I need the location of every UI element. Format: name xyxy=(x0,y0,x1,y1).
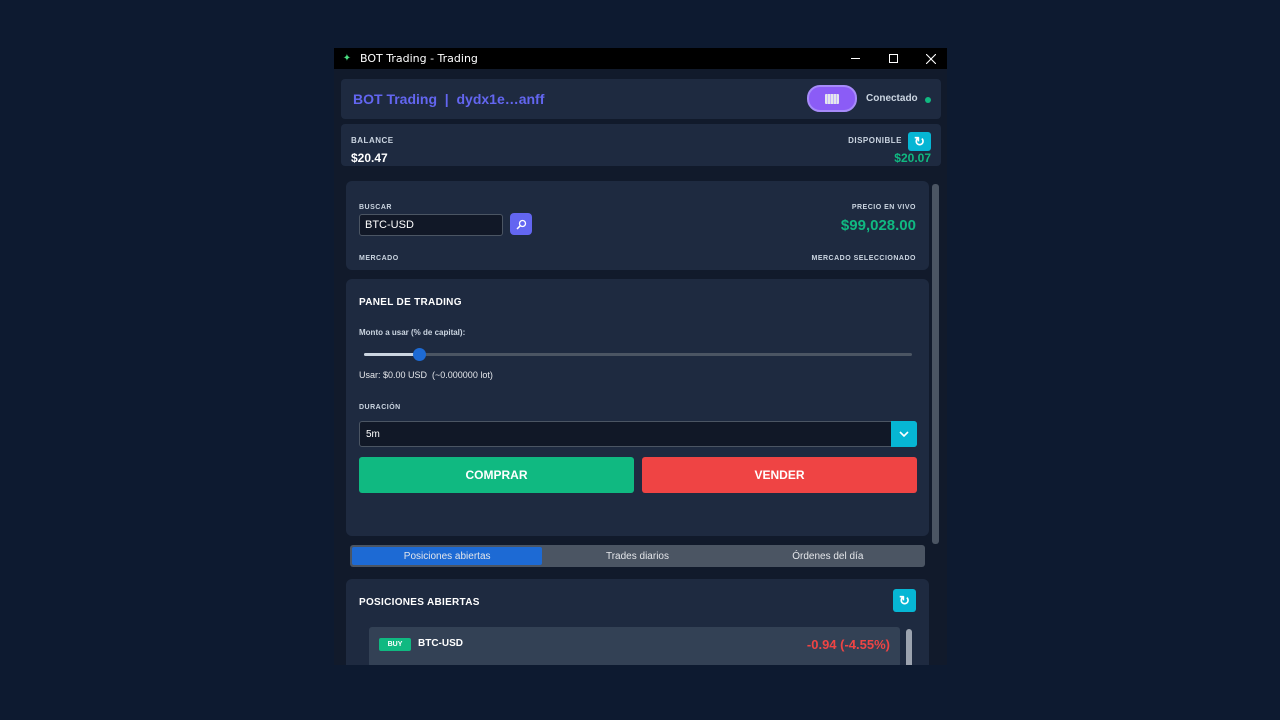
duration-dropdown-button[interactable] xyxy=(891,421,917,447)
available-label: DISPONIBLE xyxy=(848,136,902,145)
main-scrollbar[interactable] xyxy=(932,184,939,544)
refresh-balance-button[interactable]: ↻ xyxy=(908,132,931,151)
wallet-button[interactable] xyxy=(807,85,857,112)
connection-status: Conectado xyxy=(866,93,918,104)
trading-panel: PANEL DE TRADING Monto a usar (% de capi… xyxy=(346,279,929,536)
brand-title: BOT Trading | dydx1e…anff xyxy=(353,91,545,107)
selected-market-label: MERCADO SELECCIONADO xyxy=(811,255,916,262)
balance-card: BALANCE $20.47 DISPONIBLE $20.07 ↻ xyxy=(341,124,941,166)
tabs-bar: Posiciones abiertas Trades diarios Órden… xyxy=(350,545,925,567)
title-bar: ✦ BOT Trading - Trading xyxy=(334,48,947,69)
search-icon xyxy=(515,219,526,230)
chevron-down-icon xyxy=(899,431,909,437)
close-button[interactable] xyxy=(912,48,947,69)
tab-open-positions[interactable]: Posiciones abiertas xyxy=(352,547,543,565)
live-price-label: PRECIO EN VIVO xyxy=(851,204,916,211)
positions-title: POSICIONES ABIERTAS xyxy=(359,597,480,608)
app-window: ✦ BOT Trading - Trading BOT Trading | dy… xyxy=(334,48,947,665)
usage-text: Usar: $0.00 USD (~0.000000 lot) xyxy=(359,370,493,380)
position-row[interactable]: BUY BTC-USD -0.94 (-4.55%) xyxy=(369,627,900,665)
balance-value: $20.47 xyxy=(351,151,388,165)
amount-label: Monto a usar (% de capital): xyxy=(359,328,466,337)
search-button[interactable] xyxy=(510,213,532,235)
bot-icon: ✦ xyxy=(342,52,352,64)
tab-daily-orders[interactable]: Órdenes del día xyxy=(733,547,923,565)
minimize-button[interactable] xyxy=(836,48,874,69)
slider-thumb[interactable] xyxy=(412,348,426,361)
search-label: BUSCAR xyxy=(359,204,392,211)
window-title: BOT Trading - Trading xyxy=(360,52,478,65)
available-value: $20.07 xyxy=(894,151,931,165)
main-scroll-area: BUSCAR MERCADO PRECIO EN VIVO $99,028.00… xyxy=(334,172,947,665)
capital-slider[interactable] xyxy=(364,353,912,356)
position-symbol: BTC-USD xyxy=(418,638,463,649)
slider-fill xyxy=(364,353,419,356)
tab-daily-trades[interactable]: Trades diarios xyxy=(542,547,732,565)
panel-title: PANEL DE TRADING xyxy=(359,297,462,308)
refresh-positions-button[interactable]: ↻ xyxy=(893,589,916,612)
positions-scrollbar[interactable] xyxy=(906,629,912,665)
sell-button[interactable]: VENDER xyxy=(642,457,917,493)
status-dot xyxy=(925,97,931,103)
open-positions-card: POSICIONES ABIERTAS ↻ BUY BTC-USD -0.94 … xyxy=(346,579,929,665)
wallet-icon xyxy=(825,93,839,104)
maximize-button[interactable] xyxy=(874,48,912,69)
refresh-icon: ↻ xyxy=(914,133,925,149)
close-icon xyxy=(926,53,936,64)
side-badge: BUY xyxy=(379,638,411,651)
minimize-icon xyxy=(850,58,860,59)
maximize-icon xyxy=(888,54,898,63)
position-pnl: -0.94 (-4.55%) xyxy=(806,637,890,652)
refresh-icon: ↻ xyxy=(899,592,910,608)
search-card: BUSCAR MERCADO PRECIO EN VIVO $99,028.00… xyxy=(346,181,929,270)
app-header: BOT Trading | dydx1e…anff Conectado xyxy=(341,79,941,119)
live-price: $99,028.00 xyxy=(840,217,916,234)
market-label: MERCADO xyxy=(359,255,399,262)
duration-label: DURACIÓN xyxy=(359,404,401,411)
buy-button[interactable]: COMPRAR xyxy=(359,457,634,493)
duration-select[interactable]: 5m xyxy=(359,421,917,447)
balance-label: BALANCE xyxy=(351,136,394,145)
market-search-input[interactable] xyxy=(359,214,503,236)
duration-value: 5m xyxy=(366,429,380,440)
